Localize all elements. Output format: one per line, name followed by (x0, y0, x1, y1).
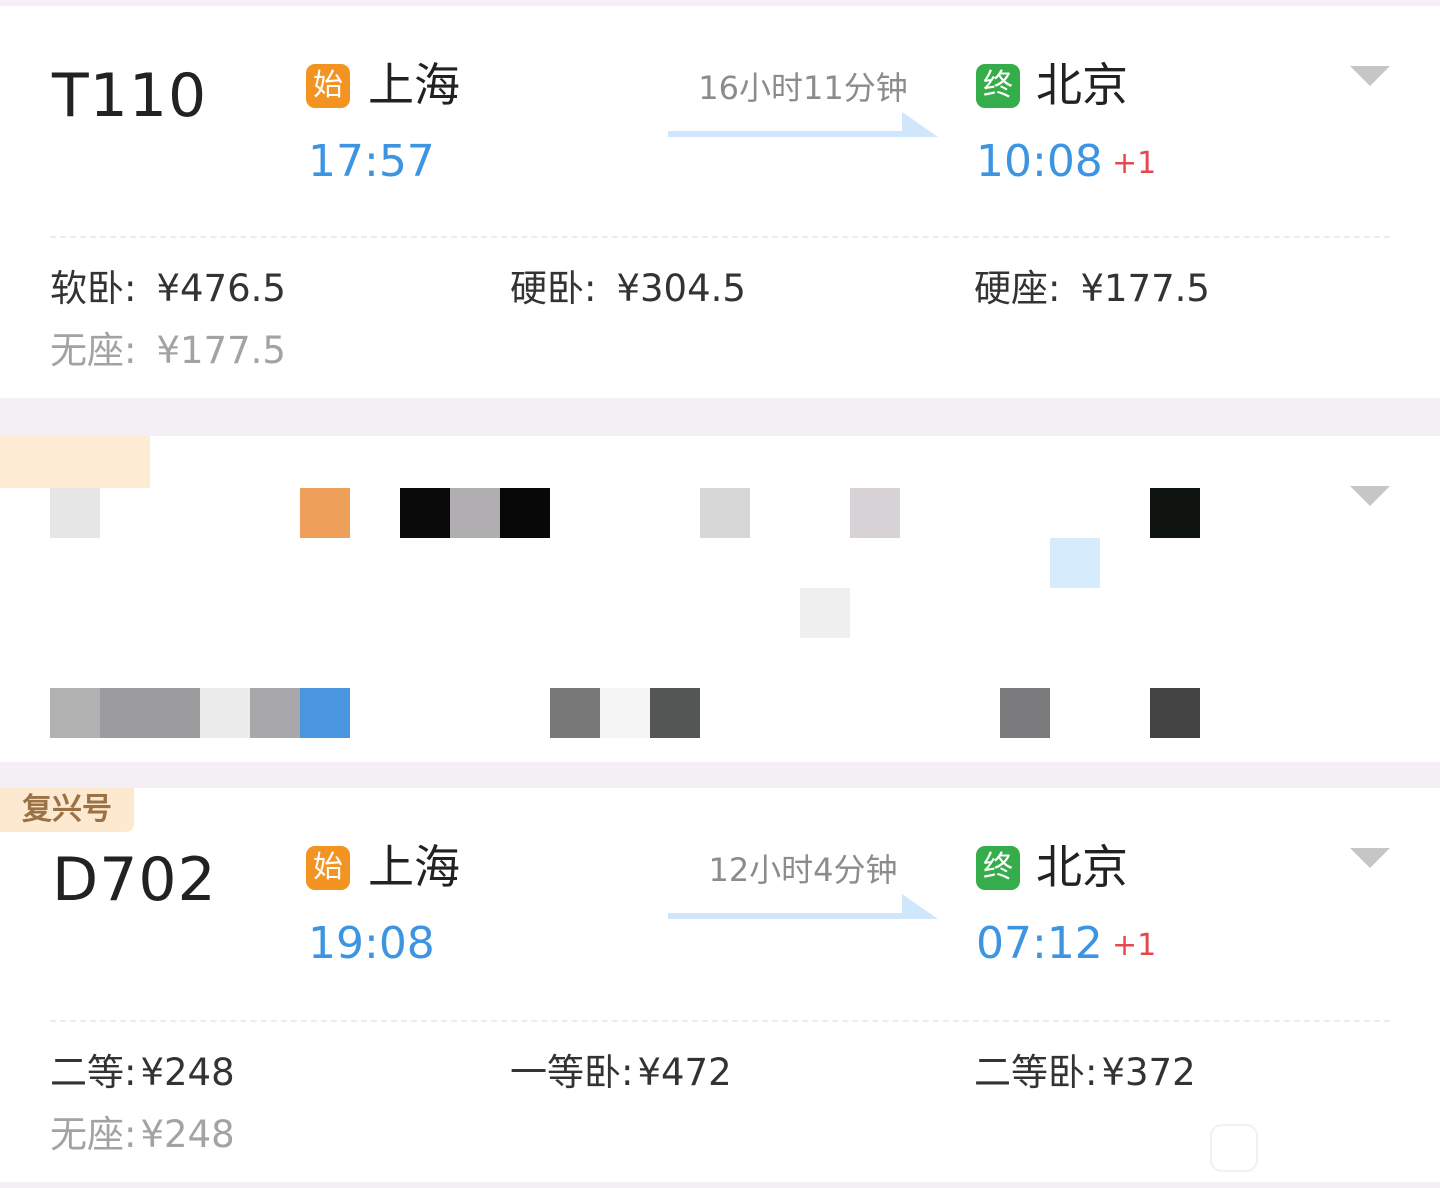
seat-price-hard-seat: 硬座: ¥177.5 (974, 267, 1210, 310)
arrow-right-icon (668, 112, 938, 137)
mosaic-block (300, 488, 350, 538)
trip-duration: 12小时4分钟 (708, 851, 898, 889)
mosaic-block (200, 688, 250, 738)
mosaic-block (1050, 538, 1100, 588)
arrive-time: 10:08 (976, 136, 1103, 187)
destination-station: 北京 (1036, 840, 1128, 894)
card-divider (50, 1020, 1390, 1022)
end-station-badge: 终 (976, 64, 1020, 108)
chevron-down-icon[interactable] (1350, 66, 1390, 88)
train-card-t110[interactable]: T110 始 上海 17:57 16小时11分钟 终 北京 10:08 +1 软… (0, 6, 1440, 398)
mosaic-block (400, 488, 450, 538)
seat-price-hard-sleeper: 硬卧: ¥304.5 (510, 267, 746, 310)
train-card-redacted[interactable] (0, 436, 1440, 762)
watermark-logo (1210, 1124, 1258, 1172)
start-station-badge: 始 (306, 64, 350, 108)
end-station-badge: 终 (976, 846, 1020, 890)
mosaic-block (50, 688, 100, 738)
mosaic-block (50, 488, 100, 538)
day-offset: +1 (1112, 928, 1157, 963)
origin-station: 上海 (368, 58, 460, 112)
seat-price-first-class-sleeper: 一等卧: ¥472 (510, 1051, 732, 1094)
chevron-down-icon[interactable] (1350, 486, 1390, 508)
mosaic-block (0, 436, 150, 488)
train-number: D702 (52, 845, 217, 915)
mosaic-block (850, 488, 900, 538)
train-card-d702[interactable]: 复兴号 D702 始 上海 19:08 12小时4分钟 终 北京 07:12 +… (0, 788, 1440, 1182)
mosaic-block (1150, 688, 1200, 738)
seat-price-soft-sleeper: 软卧: ¥476.5 (50, 267, 286, 310)
seat-price-second-class: 二等: ¥248 (50, 1051, 235, 1094)
mosaic-block (550, 688, 600, 738)
start-station-badge: 始 (306, 846, 350, 890)
mosaic-block (1000, 688, 1050, 738)
arrive-time: 07:12 (976, 918, 1103, 969)
depart-time: 17:57 (308, 136, 435, 187)
day-offset: +1 (1112, 146, 1157, 181)
arrow-right-icon (668, 894, 938, 919)
mosaic-block (700, 488, 750, 538)
chevron-down-icon[interactable] (1350, 848, 1390, 870)
train-number: T110 (52, 61, 208, 131)
mosaic-block (250, 688, 300, 738)
seat-price-second-class-sleeper: 二等卧: ¥372 (974, 1051, 1196, 1094)
card-divider (50, 236, 1390, 238)
seat-price-no-seat: 无座: ¥177.5 (50, 329, 286, 372)
mosaic-block (650, 688, 700, 738)
origin-station: 上海 (368, 840, 460, 894)
mosaic-block (800, 588, 850, 638)
mosaic-block (300, 688, 350, 738)
seat-price-no-seat: 无座: ¥248 (50, 1113, 235, 1156)
trip-duration: 16小时11分钟 (698, 69, 908, 107)
mosaic-block (450, 488, 500, 538)
mosaic-block (500, 488, 550, 538)
mosaic-block (1150, 488, 1200, 538)
fuxing-brand-tag: 复兴号 (0, 788, 134, 832)
mosaic-block (600, 688, 650, 738)
destination-station: 北京 (1036, 58, 1128, 112)
depart-time: 19:08 (308, 918, 435, 969)
mosaic-block (100, 688, 200, 738)
